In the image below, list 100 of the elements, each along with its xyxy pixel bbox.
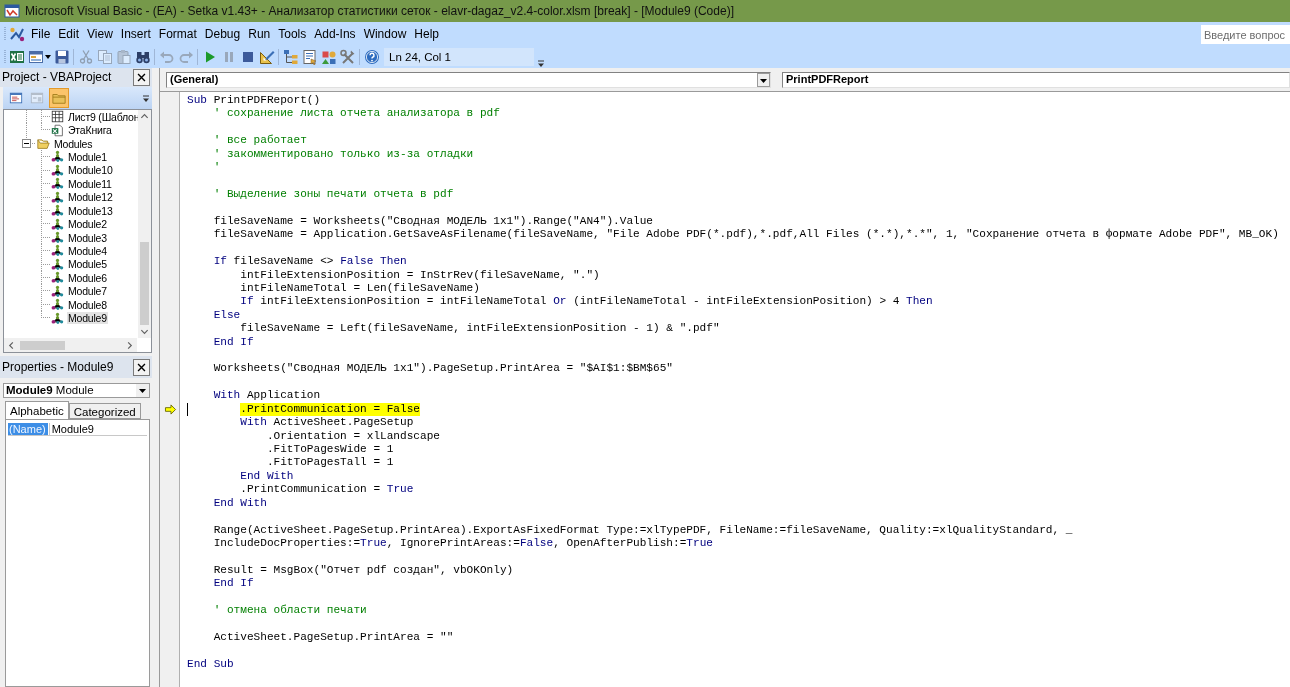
dropdown-arrow-icon [759, 76, 768, 84]
tree-item[interactable]: Лист9 (Шаблон [67, 110, 138, 123]
tree-item[interactable]: ЭтаКнига [67, 124, 113, 137]
tab[interactable]: Categorized [68, 403, 141, 419]
workbook-icon [50, 123, 65, 137]
dropdown-button[interactable] [136, 384, 149, 397]
panel-title: Project - VBAProject [2, 70, 112, 85]
close-button[interactable] [133, 69, 150, 86]
tree-lines-icon [41, 257, 50, 272]
window-menu-icon[interactable] [9, 26, 25, 42]
module-icon [50, 271, 65, 285]
menu-item[interactable]: Help [410, 25, 443, 43]
module-icon [50, 284, 65, 298]
menu-item[interactable]: Debug [200, 25, 245, 43]
code-line: fileSaveName = Application.GetSaveAsFilename(fileSaveName, "File Adobe PDF(*.pdf),*.pdf,All Files (*.*),*.*", 1, "Сохранение отчета в формате Adobe PDF", MB_OK) [213, 228, 1279, 242]
menu-item[interactable]: Tools [274, 25, 311, 43]
procedure-dropdown[interactable]: PrintPDFReport [782, 72, 1290, 88]
module-icon [50, 231, 65, 244]
module-icon [50, 257, 65, 271]
code-line: End If [213, 335, 254, 349]
tree-item[interactable]: Module12 [67, 191, 114, 204]
scroll-up-icon[interactable] [140, 112, 149, 121]
tree-item[interactable]: Modules [53, 137, 94, 150]
module-icon [50, 163, 65, 177]
cursor-position: Ln 24, Col 1 [384, 48, 534, 66]
tree-item[interactable]: Module2 [67, 218, 108, 231]
tree-lines-icon [41, 230, 50, 245]
tree-item[interactable]: Module13 [67, 204, 114, 217]
property-value[interactable]: Module9 [48, 422, 94, 435]
code-line: ' [213, 161, 221, 175]
tree-item[interactable]: Module6 [67, 271, 108, 284]
code-line: ' все работает [213, 134, 307, 148]
search-field[interactable]: Введите вопрос [1201, 25, 1290, 44]
code-line: Worksheets("Сводная МОДЕЛЬ 1x1").PageSetup.PrintArea = "$AI$1:$BM$65" [213, 362, 673, 376]
menu-item[interactable]: Add-Ins [310, 25, 360, 43]
vertical-scrollbar[interactable] [138, 110, 151, 338]
clipboard-icon [115, 49, 132, 65]
scrollbar-thumb[interactable] [20, 340, 65, 350]
code-line: Sub PrintPDFReport() [187, 94, 321, 108]
help-button[interactable] [362, 47, 381, 67]
code-line: .PrintCommunication = True [240, 483, 414, 497]
scissors-icon [77, 49, 94, 65]
tree-lines-icon [41, 284, 50, 298]
tree-item[interactable]: Module4 [67, 244, 108, 257]
menu-item[interactable]: Edit [54, 25, 84, 43]
tree-lines-icon [41, 190, 50, 204]
dropdown-button[interactable] [757, 73, 770, 87]
code-line: If intFileExtensionPosition = intFileNameTotal Or (intFileNameTotal - intFileExtensionPosition) > 4 Then [240, 295, 933, 309]
code-line: intFileNameTotal = Len(fileSaveName) [240, 281, 480, 295]
properties-icon [301, 49, 318, 65]
code-line: fileSaveName = Worksheets("Сводная МОДЕЛЬ 1x1").Range("AN4").Value [213, 214, 653, 228]
tree-item[interactable]: Module11 [67, 177, 113, 190]
tree-lines-icon [41, 203, 50, 218]
tree-item[interactable]: Module8 [67, 298, 108, 311]
tab[interactable]: Alphabetic [5, 401, 69, 419]
tree-item[interactable]: Module3 [67, 231, 108, 244]
tree-item[interactable]: Module1 [67, 150, 108, 163]
module-icon [50, 311, 65, 325]
tree-view-icon [282, 49, 299, 65]
menu-item[interactable]: Format [154, 25, 201, 43]
scroll-down-icon[interactable] [140, 327, 149, 336]
scroll-left-icon[interactable] [7, 340, 16, 350]
tree-lines-icon [41, 163, 50, 178]
code-line: End If [213, 577, 254, 591]
properties-button[interactable] [300, 47, 319, 67]
project-explorer-button[interactable] [281, 47, 300, 67]
collapse-icon[interactable] [22, 138, 31, 148]
close-icon [136, 72, 147, 83]
tree-item[interactable]: Module5 [67, 258, 108, 271]
code-line: With ActiveSheet.PageSetup [240, 416, 414, 430]
menu-item[interactable]: Window [359, 25, 411, 43]
code-line: ' сохранение листа отчета анализатора в pdf [213, 107, 500, 121]
toggle-folders-button[interactable] [49, 88, 69, 108]
scrollbar-thumb[interactable] [140, 242, 149, 325]
tree-item[interactable]: Module7 [67, 285, 108, 298]
gripper-icon [3, 26, 7, 42]
tree-item[interactable]: Module10 [67, 164, 114, 177]
menu-item[interactable]: File [27, 25, 55, 43]
code-line: With Application [213, 389, 321, 403]
object-dropdown[interactable]: (General) [166, 72, 771, 88]
menu-item[interactable]: View [83, 25, 117, 43]
arrow-icon [163, 403, 177, 415]
code-line: .FitToPagesTall = 1 [266, 456, 394, 470]
horizontal-scrollbar[interactable] [4, 338, 137, 352]
tree-lines-icon [41, 177, 50, 191]
menu-item[interactable]: Insert [116, 25, 155, 43]
toolbar-options-icon[interactable] [142, 93, 150, 103]
object-dropdown[interactable]: Module9 Module [3, 383, 150, 398]
undo-icon [158, 49, 175, 65]
scroll-right-icon[interactable] [125, 340, 134, 350]
close-button[interactable] [133, 358, 150, 376]
code-line: Else [213, 308, 241, 322]
tree-item[interactable]: Module9 [67, 312, 108, 325]
menu-item[interactable]: Run [244, 25, 275, 43]
folder-icon [36, 137, 51, 151]
module-icon [50, 204, 65, 218]
toolbar-options-icon[interactable] [537, 59, 545, 68]
copy-icon [96, 49, 113, 65]
code-line: End With [213, 496, 267, 510]
code-line: IncludeDocProperties:=True, IgnorePrintAreas:=False, OpenAfterPublish:=True [213, 536, 713, 550]
